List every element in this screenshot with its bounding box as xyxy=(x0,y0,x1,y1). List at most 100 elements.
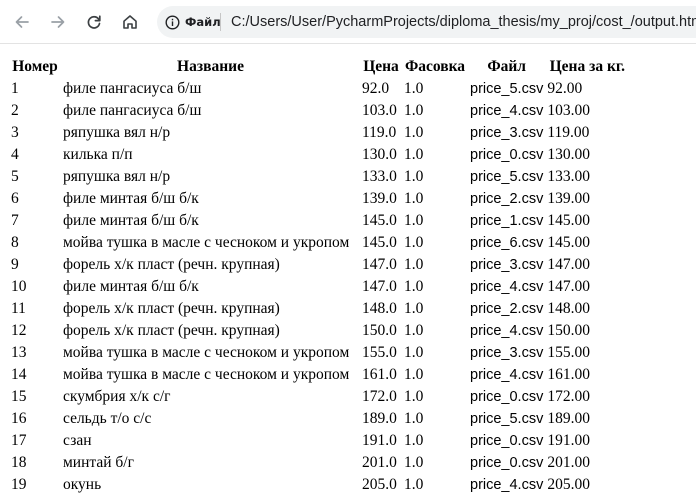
cell-name: филе минтая б/ш б/к xyxy=(63,212,199,229)
cell-number: 12 xyxy=(11,322,27,339)
cell-name: мойва тушка в масле с чесноком и укропом xyxy=(63,366,350,383)
cell-price: 148.0 xyxy=(362,300,397,317)
cell-package: 1.0 xyxy=(404,388,424,405)
cell-price: 147.0 xyxy=(362,278,397,295)
cell-number: 13 xyxy=(11,344,27,361)
cell-package: 1.0 xyxy=(404,410,424,427)
cell-name: филе пангасиуса б/ш xyxy=(63,102,202,119)
table-row: 2 филе пангасиуса б/ш 103.0 1.0 price_4.csv 1… xyxy=(10,100,628,122)
cell-file: price_4.csv xyxy=(470,477,544,493)
table-body: 1 филе пангасиуса б/ш 92.0 1.0 price_5.csv 92… xyxy=(10,78,628,496)
header-number: Номер xyxy=(12,58,58,75)
cell-price-per-kg: 201.00 xyxy=(547,454,590,471)
cell-package: 1.0 xyxy=(404,168,424,185)
cell-number: 1 xyxy=(11,80,19,97)
table-row: 4 килька п/п 130.0 1.0 price_0.csv 130.00 xyxy=(10,144,628,166)
cell-file: price_5.csv xyxy=(470,81,544,97)
cell-name: окунь xyxy=(63,476,102,493)
site-info-label: Файл xyxy=(185,15,221,29)
arrow-left-icon xyxy=(15,16,29,28)
header-package: Фасовка xyxy=(404,58,466,75)
cell-file: price_3.csv xyxy=(470,257,544,273)
cell-package: 1.0 xyxy=(404,80,424,97)
cell-name: филе минтая б/ш б/к xyxy=(63,278,199,295)
table-row: 10 филе минтая б/ш б/к 147.0 1.0 price_4.csv… xyxy=(10,276,628,298)
table-row: 6 филе минтая б/ш б/к 139.0 1.0 price_2.csv 1… xyxy=(10,188,628,210)
cell-price: 172.0 xyxy=(362,388,397,405)
cell-name: форель х/к пласт (речн. крупная) xyxy=(63,300,280,317)
table-row: 8 мойва тушка в масле с чесноком и укропо… xyxy=(10,232,628,254)
cell-price-per-kg: 139.00 xyxy=(547,190,590,207)
cell-file: price_2.csv xyxy=(470,301,544,317)
cell-package: 1.0 xyxy=(404,212,424,229)
cell-number: 16 xyxy=(11,410,27,427)
cell-price: 119.0 xyxy=(362,124,397,141)
cell-package: 1.0 xyxy=(404,432,424,449)
cell-name: ряпушка вял н/р xyxy=(63,168,171,185)
cell-file: price_4.csv xyxy=(470,279,544,295)
cell-price-per-kg: 119.00 xyxy=(547,124,590,141)
cell-package: 1.0 xyxy=(404,300,424,317)
cell-price: 191.0 xyxy=(362,432,397,449)
table-header-row: Номер Название Цена Фасовка Файл Цена за… xyxy=(10,56,628,78)
cell-file: price_5.csv xyxy=(470,169,544,185)
reload-button[interactable] xyxy=(81,9,107,35)
cell-price: 92.0 xyxy=(362,80,390,97)
cell-price: 145.0 xyxy=(362,234,397,251)
cell-file: price_3.csv xyxy=(470,345,544,361)
cell-package: 1.0 xyxy=(404,454,424,471)
cell-file: price_0.csv xyxy=(470,389,544,405)
table-row: 18 минтай б/г 201.0 1.0 price_0.csv 201.00 xyxy=(10,452,628,474)
forward-button[interactable] xyxy=(45,9,71,35)
cell-name: мойва тушка в масле с чесноком и укропом xyxy=(63,344,350,361)
table-row: 19 окунь 205.0 1.0 price_4.csv 205.00 xyxy=(10,474,628,496)
cell-number: 2 xyxy=(11,102,19,119)
arrow-right-icon xyxy=(51,16,65,28)
table-row: 13 мойва тушка в масле с чесноком и укроп… xyxy=(10,342,628,364)
header-price-per-kg: Цена за кг. xyxy=(549,58,626,75)
table-row: 3 ряпушка вял н/р 119.0 1.0 price_3.csv 119.0… xyxy=(10,122,628,144)
browser-toolbar: Файл C:/Users/User/PycharmProjects/diplo… xyxy=(0,0,696,44)
cell-price: 201.0 xyxy=(362,454,397,471)
url-text[interactable]: C:/Users/User/PycharmProjects/diploma_th… xyxy=(231,13,696,31)
cell-name: сзан xyxy=(63,432,92,449)
cell-price-per-kg: 150.00 xyxy=(547,322,590,339)
cell-number: 15 xyxy=(11,388,27,405)
cell-price: 133.0 xyxy=(362,168,397,185)
site-info-chip[interactable]: Файл xyxy=(165,13,221,31)
header-price: Цена xyxy=(363,58,399,75)
cell-file: price_0.csv xyxy=(470,147,544,163)
cell-package: 1.0 xyxy=(404,146,424,163)
cell-file: price_4.csv xyxy=(470,367,544,383)
cell-package: 1.0 xyxy=(404,278,424,295)
page-content: Номер Название Цена Фасовка Файл Цена за… xyxy=(0,44,696,497)
cell-file: price_3.csv xyxy=(470,125,544,141)
cell-package: 1.0 xyxy=(404,344,424,361)
cell-price-per-kg: 161.00 xyxy=(547,366,590,383)
cell-price: 147.0 xyxy=(362,256,397,273)
cell-price-per-kg: 155.00 xyxy=(547,344,590,361)
cell-name: мойва тушка в масле с чесноком и укропом xyxy=(63,234,350,251)
back-button[interactable] xyxy=(9,9,35,35)
address-separator xyxy=(220,13,221,31)
cell-file: price_1.csv xyxy=(470,213,544,229)
cell-file: price_5.csv xyxy=(470,411,544,427)
table-row: 16 сельдь т/о с/с 189.0 1.0 price_5.csv 189.0… xyxy=(10,408,628,430)
cell-number: 6 xyxy=(11,190,19,207)
home-icon xyxy=(123,15,137,29)
cell-package: 1.0 xyxy=(404,102,424,119)
cell-price-per-kg: 145.00 xyxy=(547,234,590,251)
cell-price: 145.0 xyxy=(362,212,397,229)
table-row: 9 форель х/к пласт (речн. крупная) 147.0 1.… xyxy=(10,254,628,276)
cell-number: 14 xyxy=(11,366,27,383)
table-row: 15 скумбрия х/к с/г 172.0 1.0 price_0.csv 172… xyxy=(10,386,628,408)
home-button[interactable] xyxy=(117,9,143,35)
cell-number: 18 xyxy=(11,454,27,471)
info-icon xyxy=(165,14,180,30)
cell-price-per-kg: 189.00 xyxy=(547,410,590,427)
cell-price: 161.0 xyxy=(362,366,397,383)
header-name: Название xyxy=(177,58,244,75)
cell-price: 155.0 xyxy=(362,344,397,361)
cell-number: 7 xyxy=(11,212,19,229)
cell-number: 19 xyxy=(11,476,27,493)
